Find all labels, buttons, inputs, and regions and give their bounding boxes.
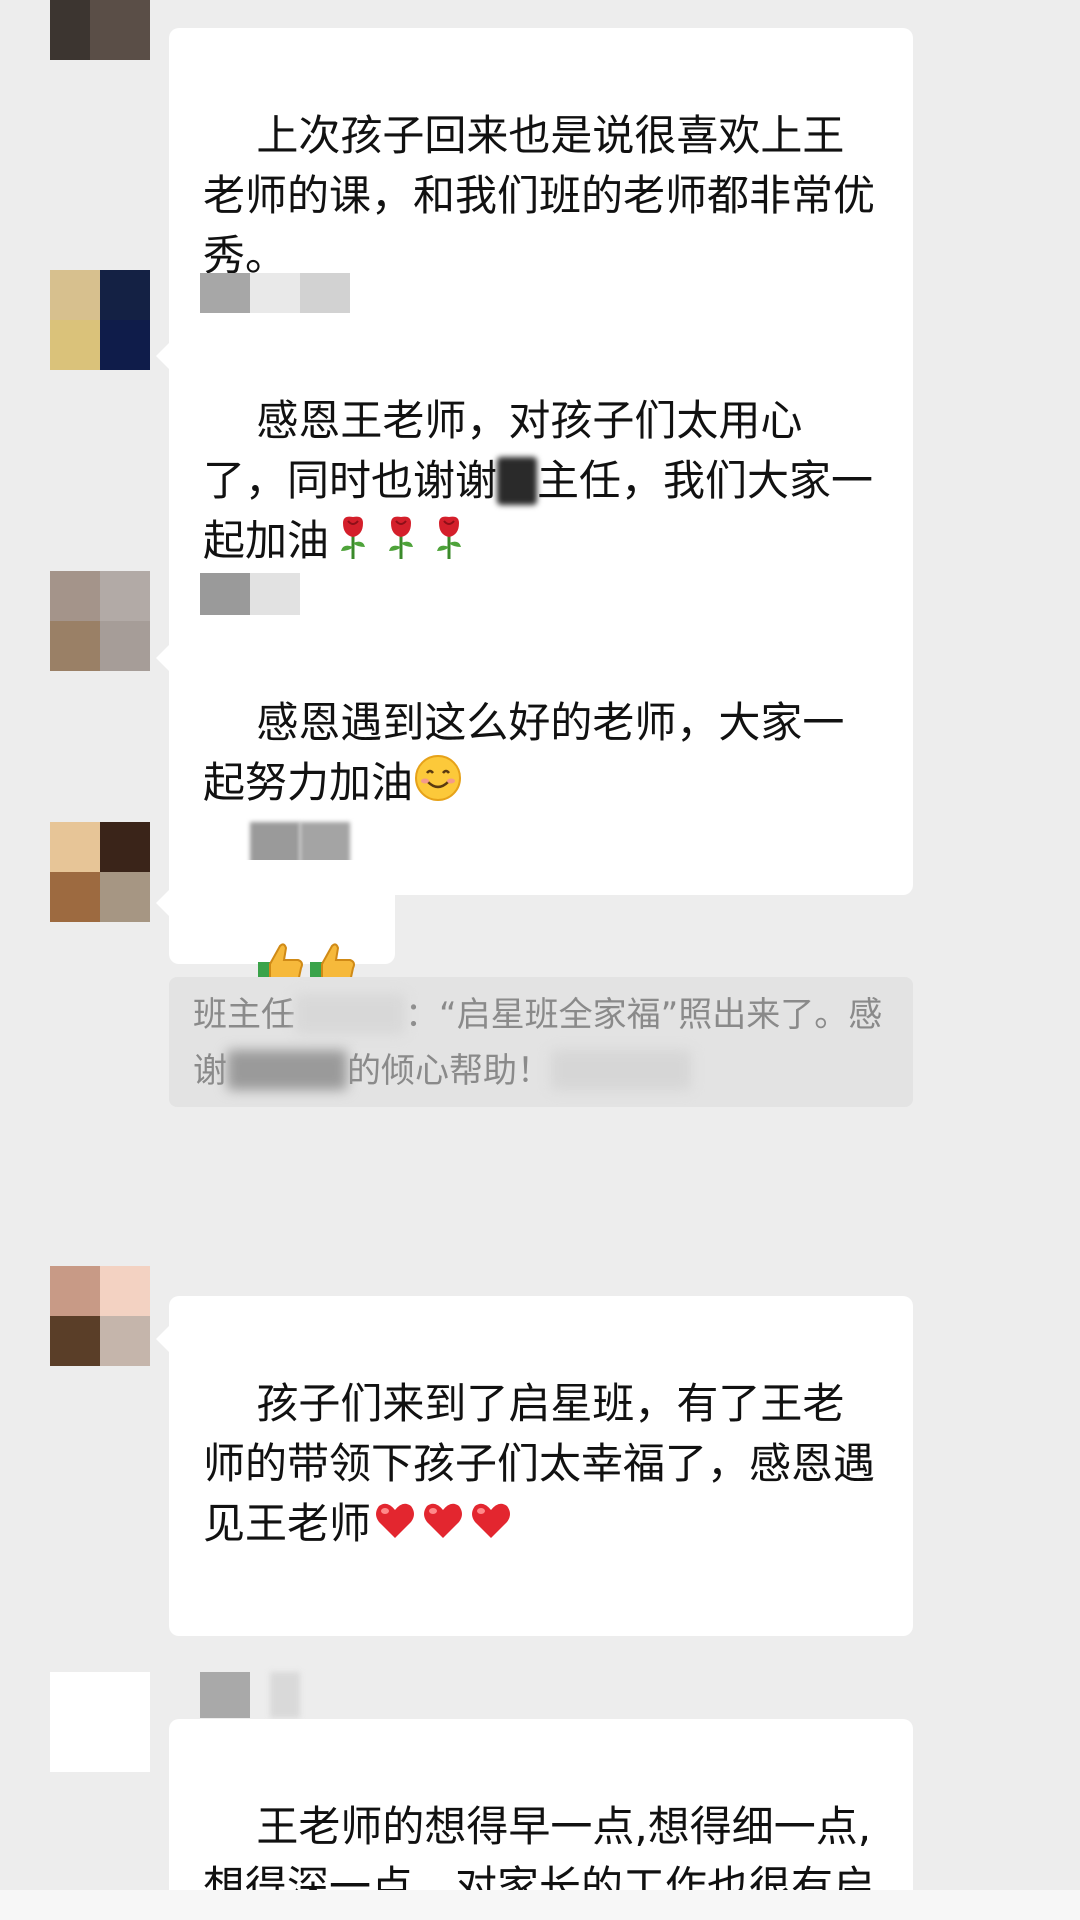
message-bubble[interactable]: 王老师的想得早一点,想得细一点,想得深一点…对家长的工作也很有启发 — [169, 1719, 913, 1919]
smiling-face-icon — [415, 755, 462, 801]
message-bubble[interactable]: 孩子们来到了启星班，有了王老师的带领下孩子们太幸福了，感恩遇见王老师 — [156, 1296, 913, 1636]
sender-name — [200, 573, 350, 619]
message-text: 感恩遇到这么好的老师，大家一起努力加油 — [203, 698, 845, 807]
chat-area[interactable]: 上次孩子回来也是说很喜欢上王老师的课，和我们班的老师都非常优秀。 感恩王老师，对… — [0, 0, 1080, 1920]
sender-name — [200, 1672, 350, 1718]
rose-icon — [389, 516, 414, 559]
avatar[interactable] — [50, 571, 150, 671]
red-heart-icon — [472, 1503, 511, 1538]
red-heart-icon — [376, 1503, 415, 1538]
avatar[interactable] — [50, 822, 150, 922]
quoted-message[interactable]: 班主任 ：“启星班全家福”照出来了。感谢 的倾心帮助！ — [169, 977, 913, 1107]
message-text: 上次孩子回来也是说很喜欢上王老师的课，和我们班的老师都非常优秀。 — [203, 111, 876, 280]
message-bubble[interactable] — [156, 860, 395, 1049]
avatar[interactable] — [50, 270, 150, 370]
redacted-name — [295, 994, 405, 1034]
bottom-edge — [0, 1890, 1080, 1920]
message-text: 孩子们来到了启星班，有了王老师的带领下孩子们太幸福了，感恩遇见王老师 — [203, 1379, 876, 1548]
rose-icon — [341, 516, 366, 559]
red-heart-icon — [424, 1503, 463, 1538]
redacted-name — [497, 457, 538, 505]
avatar[interactable] — [50, 1266, 150, 1366]
quote-text-part: 的倾心帮助！ — [347, 1051, 551, 1091]
avatar[interactable] — [50, 0, 150, 60]
redacted-name — [227, 1050, 347, 1090]
redacted-text — [551, 1050, 691, 1090]
rose-icon — [437, 516, 462, 559]
avatar[interactable] — [50, 1672, 150, 1772]
quote-text-part: 班主任 — [193, 995, 295, 1035]
